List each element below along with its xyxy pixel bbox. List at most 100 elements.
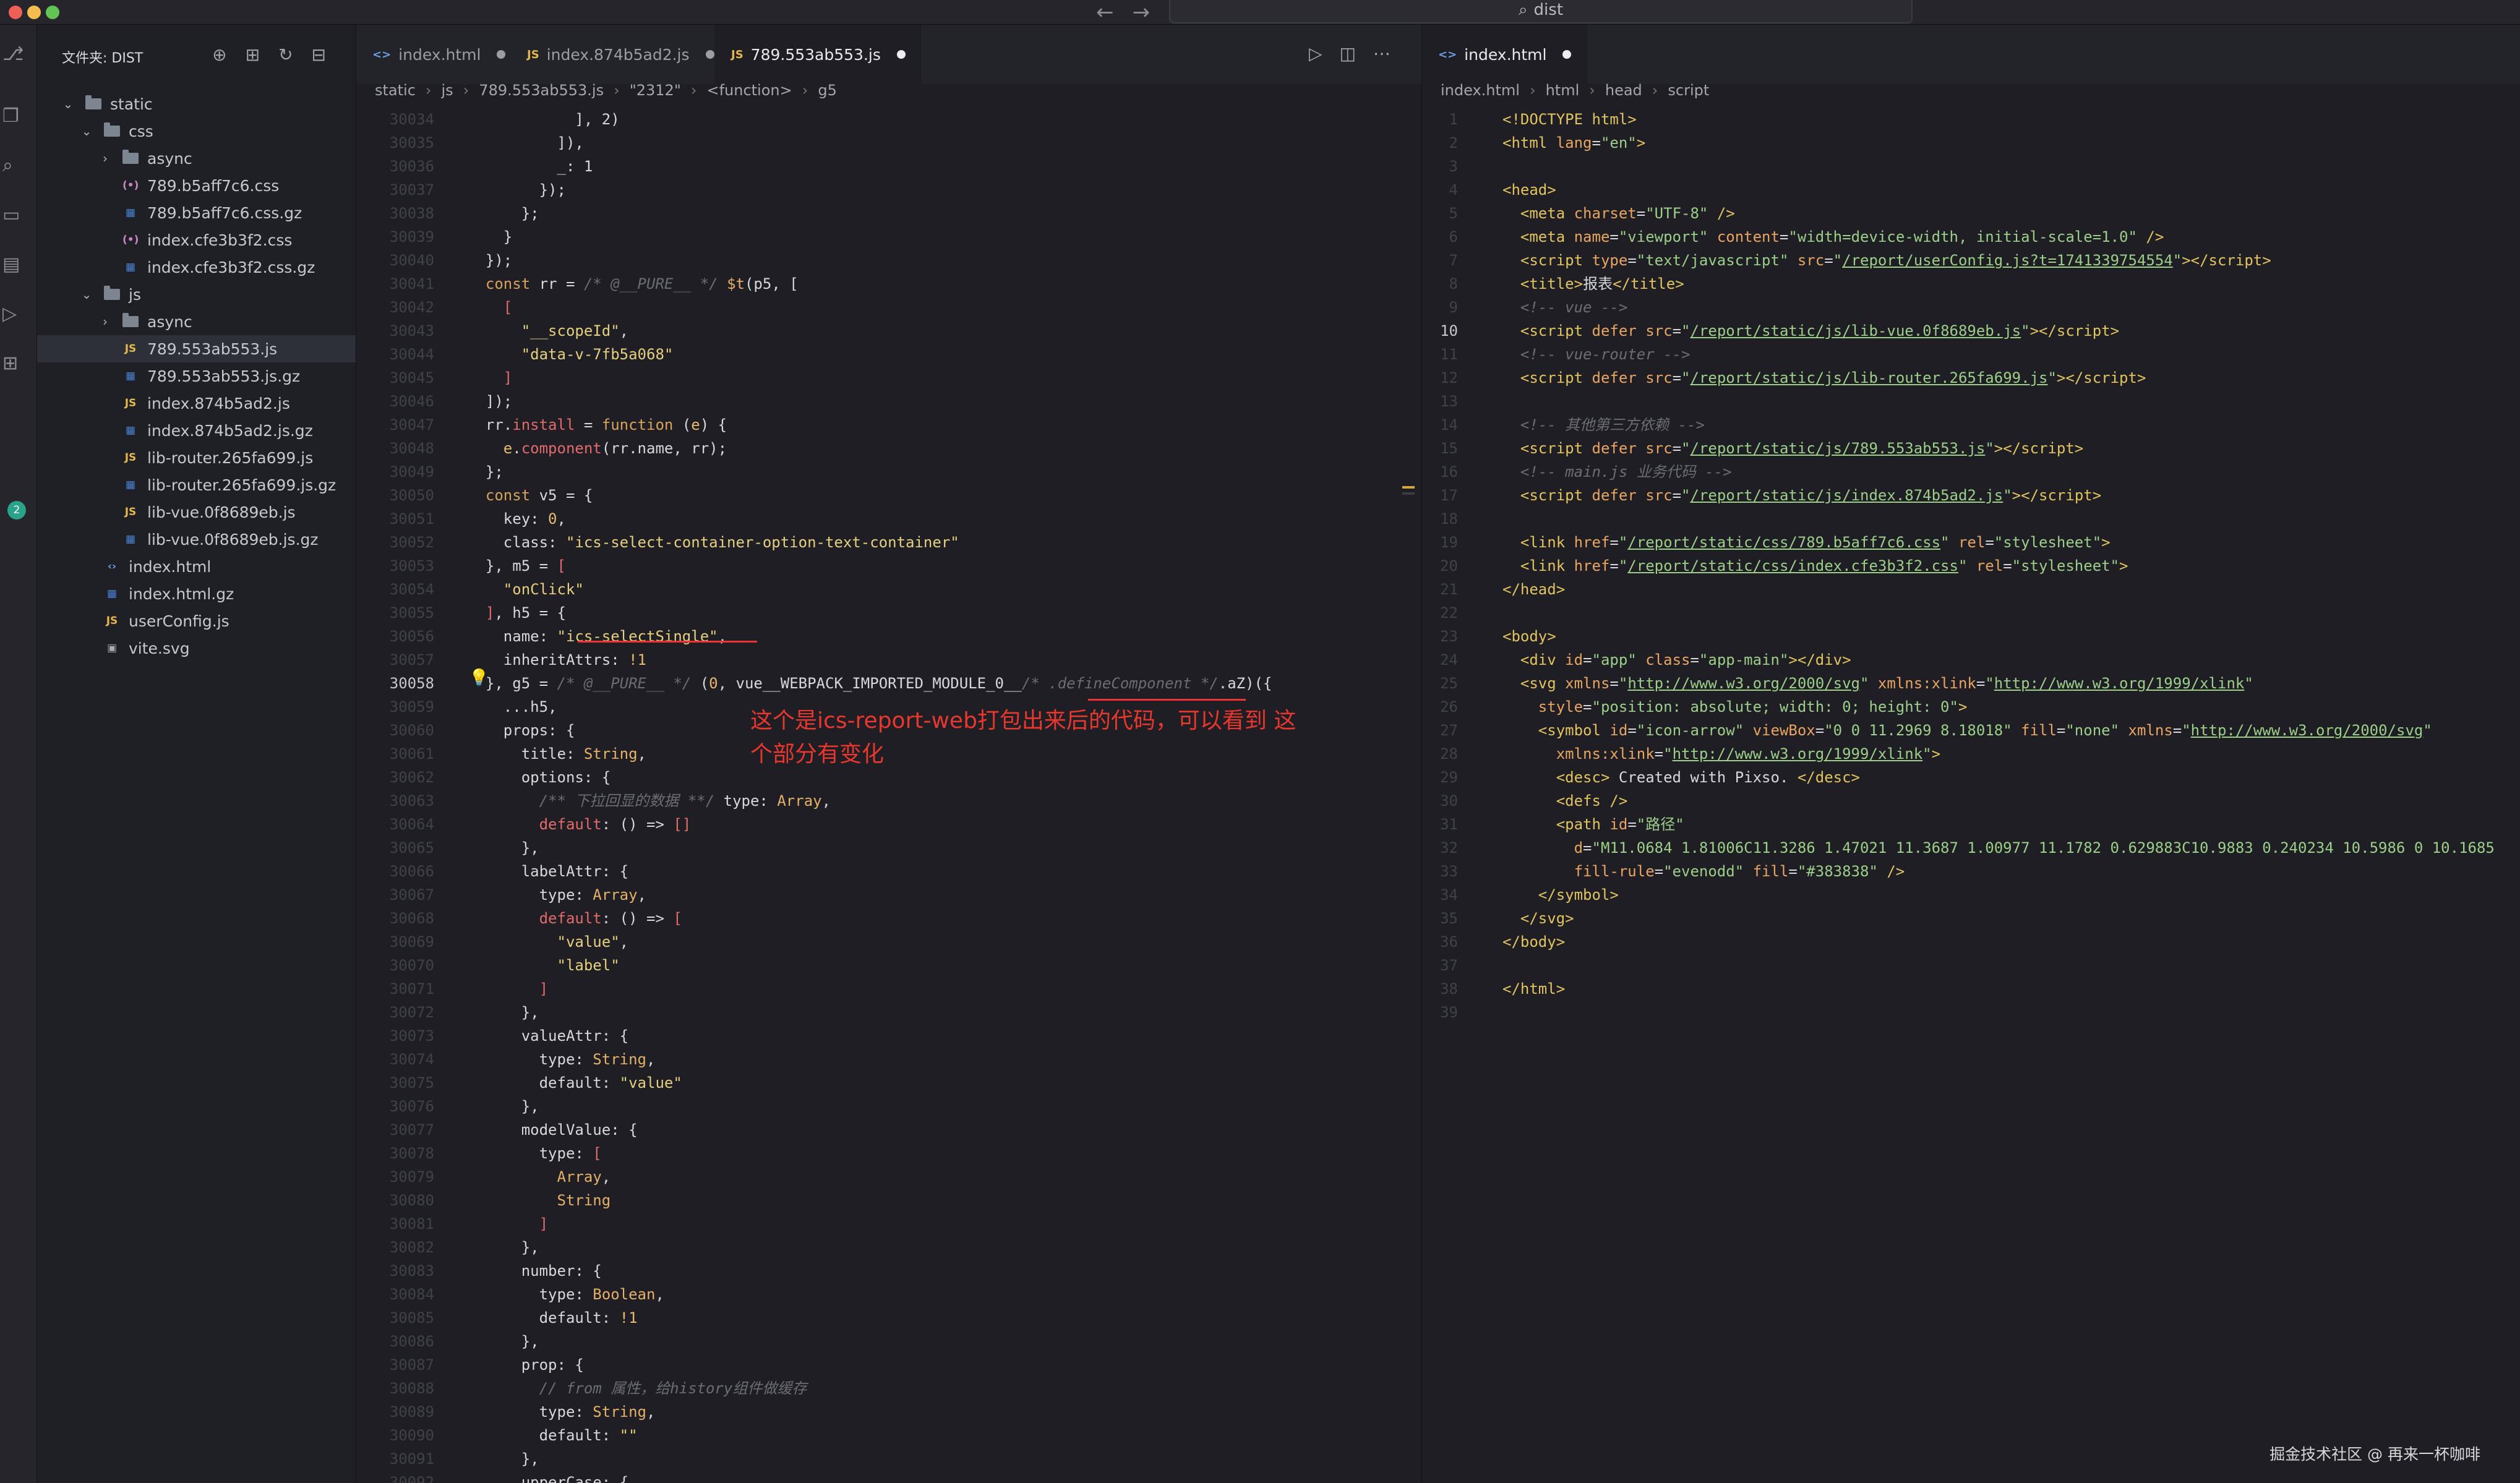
- code-line[interactable]: 38 </html>: [1422, 977, 2520, 1001]
- code-line[interactable]: 30084 type: Boolean,: [356, 1283, 1421, 1306]
- breadcrumb-item[interactable]: js: [442, 82, 453, 99]
- tree-item[interactable]: JS 789.553ab553.js: [37, 335, 356, 362]
- breadcrumb-item[interactable]: g5: [818, 82, 837, 99]
- chevron-right-icon[interactable]: ›: [99, 314, 111, 329]
- back-arrow-icon[interactable]: ←: [1096, 0, 1114, 25]
- new-file-icon[interactable]: ⊕: [212, 45, 226, 65]
- code-line[interactable]: 30041 const rr = /* @__PURE__ */ $t(p5, …: [356, 272, 1421, 296]
- code-line[interactable]: 30038 };: [356, 202, 1421, 225]
- extensions-icon[interactable]: ⊞: [2, 353, 21, 375]
- code-line[interactable]: 27 <symbol id="icon-arrow" viewBox="0 0 …: [1422, 719, 2520, 742]
- tree-item[interactable]: (•) 789.b5aff7c6.css: [37, 172, 279, 199]
- source-control-icon[interactable]: ⎇: [2, 43, 24, 66]
- code-line[interactable]: 30071 ]: [356, 977, 1421, 1001]
- code-line[interactable]: 15 <script defer src="/report/static/js/…: [1422, 437, 2520, 460]
- code-line[interactable]: 28 xmlns:xlink="http://www.w3.org/1999/x…: [1422, 742, 2520, 766]
- code-line[interactable]: 30048 e.component(rr.name, rr);: [356, 437, 1421, 460]
- unsaved-dot-icon[interactable]: [497, 50, 506, 59]
- code-line[interactable]: 30036 _: 1: [356, 155, 1421, 178]
- code-line[interactable]: 25 <svg xmlns="http://www.w3.org/2000/sv…: [1422, 672, 2520, 695]
- code-line[interactable]: 30076 },: [356, 1095, 1421, 1118]
- code-line[interactable]: 18: [1422, 507, 2520, 531]
- code-line[interactable]: 30058 }, g5 = /* @__PURE__ */ (0, vue__W…: [356, 672, 1421, 695]
- tree-item[interactable]: JS lib-vue.0f8689eb.js: [37, 498, 296, 526]
- code-line[interactable]: 30034 ], 2): [356, 108, 1421, 131]
- code-line[interactable]: 30046 ]);: [356, 390, 1421, 413]
- tree-item[interactable]: ▦ index.cfe3b3f2.css.gz: [37, 254, 315, 281]
- breadcrumb-item[interactable]: "2312": [630, 82, 681, 99]
- code-line[interactable]: 30088 // from 属性，给history组件做缓存: [356, 1377, 1421, 1400]
- tree-item[interactable]: ⌄ js: [37, 281, 141, 308]
- code-line[interactable]: 32 d="M11.0684 1.81006C11.3286 1.47021 1…: [1422, 836, 2520, 860]
- code-line[interactable]: 30089 type: String,: [356, 1400, 1421, 1424]
- code-line[interactable]: 30077 modelValue: {: [356, 1118, 1421, 1142]
- maximize-window-button[interactable]: [46, 6, 59, 19]
- search-icon[interactable]: ⌕: [2, 155, 21, 177]
- code-line[interactable]: 37: [1422, 954, 2520, 977]
- code-line[interactable]: 30055 ], h5 = {: [356, 601, 1421, 625]
- unsaved-dot-icon[interactable]: [896, 50, 906, 59]
- new-folder-icon[interactable]: ⊞: [246, 45, 260, 65]
- code-line[interactable]: 30053 }, m5 = [: [356, 554, 1421, 578]
- tree-item[interactable]: ▣ vite.svg: [37, 635, 190, 662]
- code-line[interactable]: 30087 prop: {: [356, 1353, 1421, 1377]
- code-line[interactable]: 30045 ]: [356, 366, 1421, 390]
- code-line[interactable]: 30050 const v5 = {: [356, 484, 1421, 507]
- code-line[interactable]: 30035 ]),: [356, 131, 1421, 155]
- chevron-down-icon[interactable]: ⌄: [62, 96, 74, 111]
- code-line[interactable]: 9 <!-- vue -->: [1422, 296, 2520, 319]
- code-line[interactable]: 31 <path id="路径": [1422, 813, 2520, 836]
- minimize-window-button[interactable]: [27, 6, 41, 19]
- code-line[interactable]: 30080 String: [356, 1189, 1421, 1212]
- code-line[interactable]: 30074 type: String,: [356, 1048, 1421, 1071]
- code-line[interactable]: 7 <script type="text/javascript" src="/r…: [1422, 249, 2520, 272]
- code-line[interactable]: 8 <title>报表</title>: [1422, 272, 2520, 296]
- tree-item[interactable]: JS index.874b5ad2.js: [37, 390, 290, 417]
- breadcrumb-item[interactable]: index.html: [1441, 82, 1520, 99]
- code-line[interactable]: 23 <body>: [1422, 625, 2520, 648]
- chevron-down-icon[interactable]: ⌄: [80, 124, 93, 139]
- close-window-button[interactable]: [9, 6, 22, 19]
- code-line[interactable]: 30078 type: [: [356, 1142, 1421, 1165]
- code-line[interactable]: 30067 type: Array,: [356, 883, 1421, 907]
- tree-item[interactable]: ▦ 789.553ab553.js.gz: [37, 362, 300, 390]
- tree-item[interactable]: (•) index.cfe3b3f2.css: [37, 226, 292, 254]
- breadcrumb-item[interactable]: html: [1546, 82, 1580, 99]
- collapse-all-icon[interactable]: ⊟: [312, 45, 326, 65]
- code-line[interactable]: 22: [1422, 601, 2520, 625]
- code-line[interactable]: 10 <script defer src="/report/static/js/…: [1422, 319, 2520, 343]
- code-line[interactable]: 2 <html lang="en">: [1422, 131, 2520, 155]
- tree-item[interactable]: ⌄ static: [37, 90, 153, 118]
- code-line[interactable]: 21 </head>: [1422, 578, 2520, 601]
- code-line[interactable]: 30052 class: "ics-select-container-optio…: [356, 531, 1421, 554]
- code-line[interactable]: 30070 "label": [356, 954, 1421, 977]
- code-line[interactable]: 30092 upperCase: {: [356, 1471, 1421, 1483]
- more-actions-icon[interactable]: ⋯: [1373, 43, 1391, 64]
- code-line[interactable]: 17 <script defer src="/report/static/js/…: [1422, 484, 2520, 507]
- code-line[interactable]: 11 <!-- vue-router -->: [1422, 343, 2520, 366]
- code-line[interactable]: 29 <desc> Created with Pixso. </desc>: [1422, 766, 2520, 789]
- code-line[interactable]: 30049 };: [356, 460, 1421, 484]
- unsaved-dot-icon[interactable]: [1562, 50, 1572, 59]
- code-line[interactable]: 30086 },: [356, 1330, 1421, 1353]
- code-line[interactable]: 30082 },: [356, 1236, 1421, 1259]
- code-line[interactable]: 30044 "data-v-7fb5a068": [356, 343, 1421, 366]
- breadcrumb-item[interactable]: script: [1668, 82, 1709, 99]
- code-line[interactable]: 30066 labelAttr: {: [356, 860, 1421, 883]
- code-line[interactable]: 35 </svg>: [1422, 907, 2520, 930]
- tree-item[interactable]: ▦ lib-router.265fa699.js.gz: [37, 471, 336, 498]
- code-line[interactable]: 20 <link href="/report/static/css/index.…: [1422, 554, 2520, 578]
- tree-item[interactable]: ▦ index.html.gz: [37, 580, 234, 607]
- code-line[interactable]: 30063 /** 下拉回显的数据 **/ type: Array,: [356, 789, 1421, 813]
- forward-arrow-icon[interactable]: →: [1133, 0, 1151, 25]
- code-line[interactable]: 30072 },: [356, 1001, 1421, 1024]
- code-line[interactable]: 30042 [: [356, 296, 1421, 319]
- code-line[interactable]: 30037 });: [356, 178, 1421, 202]
- code-line[interactable]: 4 <head>: [1422, 178, 2520, 202]
- code-line[interactable]: 1 <!DOCTYPE html>: [1422, 108, 2520, 131]
- command-center-search[interactable]: ⌕ dist: [1169, 0, 1913, 24]
- code-line[interactable]: 5 <meta charset="UTF-8" />: [1422, 202, 2520, 225]
- breadcrumb-item[interactable]: 789.553ab553.js: [479, 82, 604, 99]
- book-icon[interactable]: ▤: [2, 254, 21, 276]
- explorer-icon[interactable]: ❐: [2, 105, 21, 127]
